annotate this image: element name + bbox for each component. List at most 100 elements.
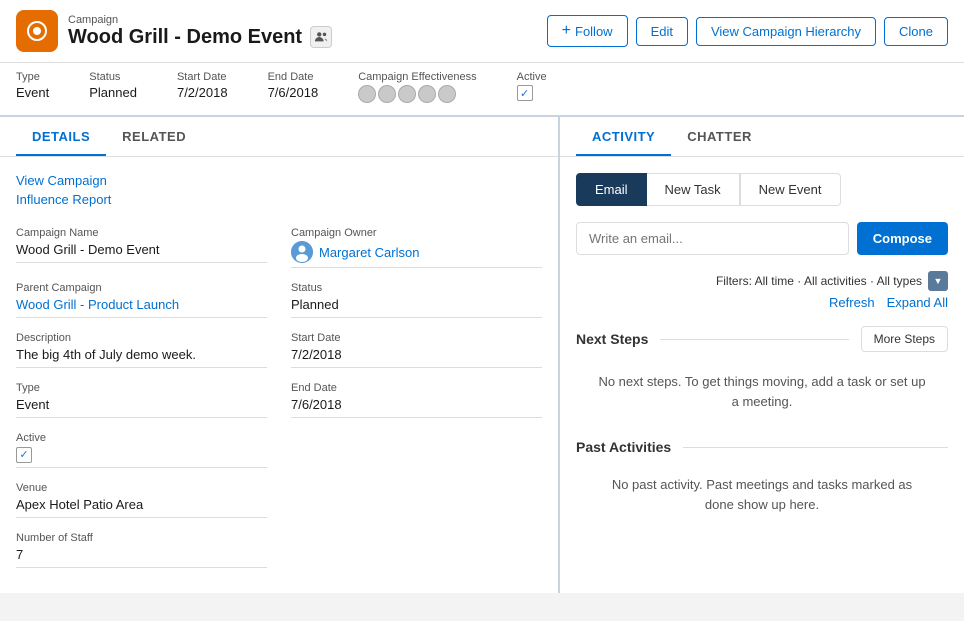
field-col-right-4: End Date 7/6/2018 ✏ xyxy=(291,382,542,432)
field-col-right-6 xyxy=(291,482,542,532)
past-activities-title: Past Activities xyxy=(576,439,671,455)
star-2 xyxy=(378,85,396,103)
past-activities-divider xyxy=(683,447,948,448)
parent-campaign-link[interactable]: Wood Grill - Product Launch xyxy=(16,297,179,312)
tab-related[interactable]: RELATED xyxy=(106,117,202,156)
status-value-field: Planned ✏ xyxy=(291,296,542,318)
type-value-field: Event ✏ xyxy=(16,396,267,418)
fields-row-1: Campaign Name Wood Grill - Demo Event ✏ … xyxy=(16,227,542,282)
num-staff-label: Number of Staff xyxy=(16,532,267,544)
owner-avatar xyxy=(291,241,313,263)
details-content: View Campaign Influence Report Campaign … xyxy=(0,157,558,593)
parent-campaign-label: Parent Campaign xyxy=(16,282,267,294)
campaign-name-value: Wood Grill - Demo Event ✏ xyxy=(16,241,267,263)
follow-button[interactable]: + Follow xyxy=(547,15,628,47)
header-actions: + Follow Edit View Campaign Hierarchy Cl… xyxy=(547,15,948,47)
star-5 xyxy=(438,85,456,103)
past-activities-header: Past Activities xyxy=(576,439,948,455)
compose-button[interactable]: Compose xyxy=(857,222,948,255)
campaign-icon xyxy=(16,10,58,52)
activity-content: Email New Task New Event Compose Filters… xyxy=(560,157,964,593)
meta-type: Type Event xyxy=(16,71,49,100)
campaign-owner-label: Campaign Owner xyxy=(291,227,542,239)
people-icon[interactable] xyxy=(310,26,332,48)
next-steps-divider xyxy=(660,339,848,340)
plus-icon: + xyxy=(562,22,571,40)
new-event-tab-btn[interactable]: New Event xyxy=(740,173,841,206)
filter-row: Filters: All time · All activities · All… xyxy=(576,271,948,291)
start-date-field: Start Date 7/2/2018 ✏ xyxy=(291,332,542,368)
refresh-link[interactable]: Refresh xyxy=(829,295,875,310)
email-input[interactable] xyxy=(576,222,849,255)
start-date-value-field: 7/2/2018 ✏ xyxy=(291,346,542,368)
parent-campaign-value: Wood Grill - Product Launch ✏ xyxy=(16,296,267,318)
field-col-right-3: Start Date 7/2/2018 ✏ xyxy=(291,332,542,382)
field-col-left-6: Venue Apex Hotel Patio Area ✏ xyxy=(16,482,267,532)
left-panel: DETAILS RELATED View Campaign Influence … xyxy=(0,117,560,593)
field-col-left: Campaign Name Wood Grill - Demo Event ✏ xyxy=(16,227,267,282)
view-campaign-link[interactable]: View Campaign xyxy=(16,173,542,188)
start-date-label-field: Start Date xyxy=(291,332,542,344)
influence-report-link[interactable]: Influence Report xyxy=(16,192,542,207)
star-1 xyxy=(358,85,376,103)
status-label-field: Status xyxy=(291,282,542,294)
expand-all-link[interactable]: Expand All xyxy=(887,295,948,310)
end-date-field: End Date 7/6/2018 ✏ xyxy=(291,382,542,418)
end-date-label-field: End Date xyxy=(291,382,542,394)
venue-label: Venue xyxy=(16,482,267,494)
active-checkbox xyxy=(517,85,533,101)
end-date-value: 7/6/2018 xyxy=(268,85,319,100)
new-task-tab-btn[interactable]: New Task xyxy=(647,173,740,206)
more-steps-button[interactable]: More Steps xyxy=(861,326,948,352)
field-col-left-2: Parent Campaign Wood Grill - Product Lau… xyxy=(16,282,267,332)
next-steps-empty: No next steps. To get things moving, add… xyxy=(576,364,948,419)
view-hierarchy-button[interactable]: View Campaign Hierarchy xyxy=(696,17,876,46)
tab-chatter[interactable]: CHATTER xyxy=(671,117,768,156)
type-value: Event xyxy=(16,85,49,100)
filters-text: Filters: All time · All activities · All… xyxy=(716,274,922,288)
email-tab-btn[interactable]: Email xyxy=(576,173,647,206)
description-value: The big 4th of July demo week. ✏ xyxy=(16,346,267,368)
meta-active: Active xyxy=(517,71,547,101)
fields-row-3: Description The big 4th of July demo wee… xyxy=(16,332,542,382)
meta-effectiveness: Campaign Effectiveness xyxy=(358,71,476,103)
field-col-right-5 xyxy=(291,432,542,482)
meta-status: Status Planned xyxy=(89,71,137,100)
next-steps-title: Next Steps xyxy=(576,331,648,347)
status-label: Status xyxy=(89,71,137,83)
activity-tabs: ACTIVITY CHATTER xyxy=(560,117,964,157)
filter-icon[interactable] xyxy=(928,271,948,291)
campaign-owner-value: Margaret Carlson ✏ xyxy=(291,241,542,268)
fields-row-6: Venue Apex Hotel Patio Area ✏ xyxy=(16,482,542,532)
meta-end-date: End Date 7/6/2018 xyxy=(268,71,319,100)
clone-button[interactable]: Clone xyxy=(884,17,948,46)
campaign-owner-field: Campaign Owner Margar xyxy=(291,227,542,268)
active-field-checkbox[interactable] xyxy=(16,447,32,463)
field-col-right-2: Status Planned ✏ xyxy=(291,282,542,332)
owner-name[interactable]: Margaret Carlson xyxy=(319,245,419,260)
fields-row-2: Parent Campaign Wood Grill - Product Lau… xyxy=(16,282,542,332)
end-date-label: End Date xyxy=(268,71,319,83)
fields-row-5: Active ✏ xyxy=(16,432,542,482)
field-col-left-5: Active ✏ xyxy=(16,432,267,482)
field-col-left-3: Description The big 4th of July demo wee… xyxy=(16,332,267,382)
past-activities-empty: No past activity. Past meetings and task… xyxy=(576,467,948,522)
field-col-left-7: Number of Staff 7 ✏ xyxy=(16,532,267,582)
fields-row-7: Number of Staff 7 ✏ xyxy=(16,532,542,582)
status-field: Status Planned ✏ xyxy=(291,282,542,318)
start-date-label: Start Date xyxy=(177,71,228,83)
tab-activity[interactable]: ACTIVITY xyxy=(576,117,671,156)
venue-value: Apex Hotel Patio Area ✏ xyxy=(16,496,267,518)
edit-button[interactable]: Edit xyxy=(636,17,688,46)
tab-details[interactable]: DETAILS xyxy=(16,117,106,156)
field-col-left-4: Type Event ✏ xyxy=(16,382,267,432)
meta-row: Type Event Status Planned Start Date 7/2… xyxy=(0,63,964,117)
type-label: Type xyxy=(16,71,49,83)
num-staff-field: Number of Staff 7 ✏ xyxy=(16,532,267,568)
start-date-value: 7/2/2018 xyxy=(177,85,228,100)
active-field: Active ✏ xyxy=(16,432,267,468)
campaign-name-label: Campaign Name xyxy=(16,227,267,239)
active-label: Active xyxy=(517,71,547,83)
left-tabs: DETAILS RELATED xyxy=(0,117,558,157)
parent-campaign-field: Parent Campaign Wood Grill - Product Lau… xyxy=(16,282,267,318)
